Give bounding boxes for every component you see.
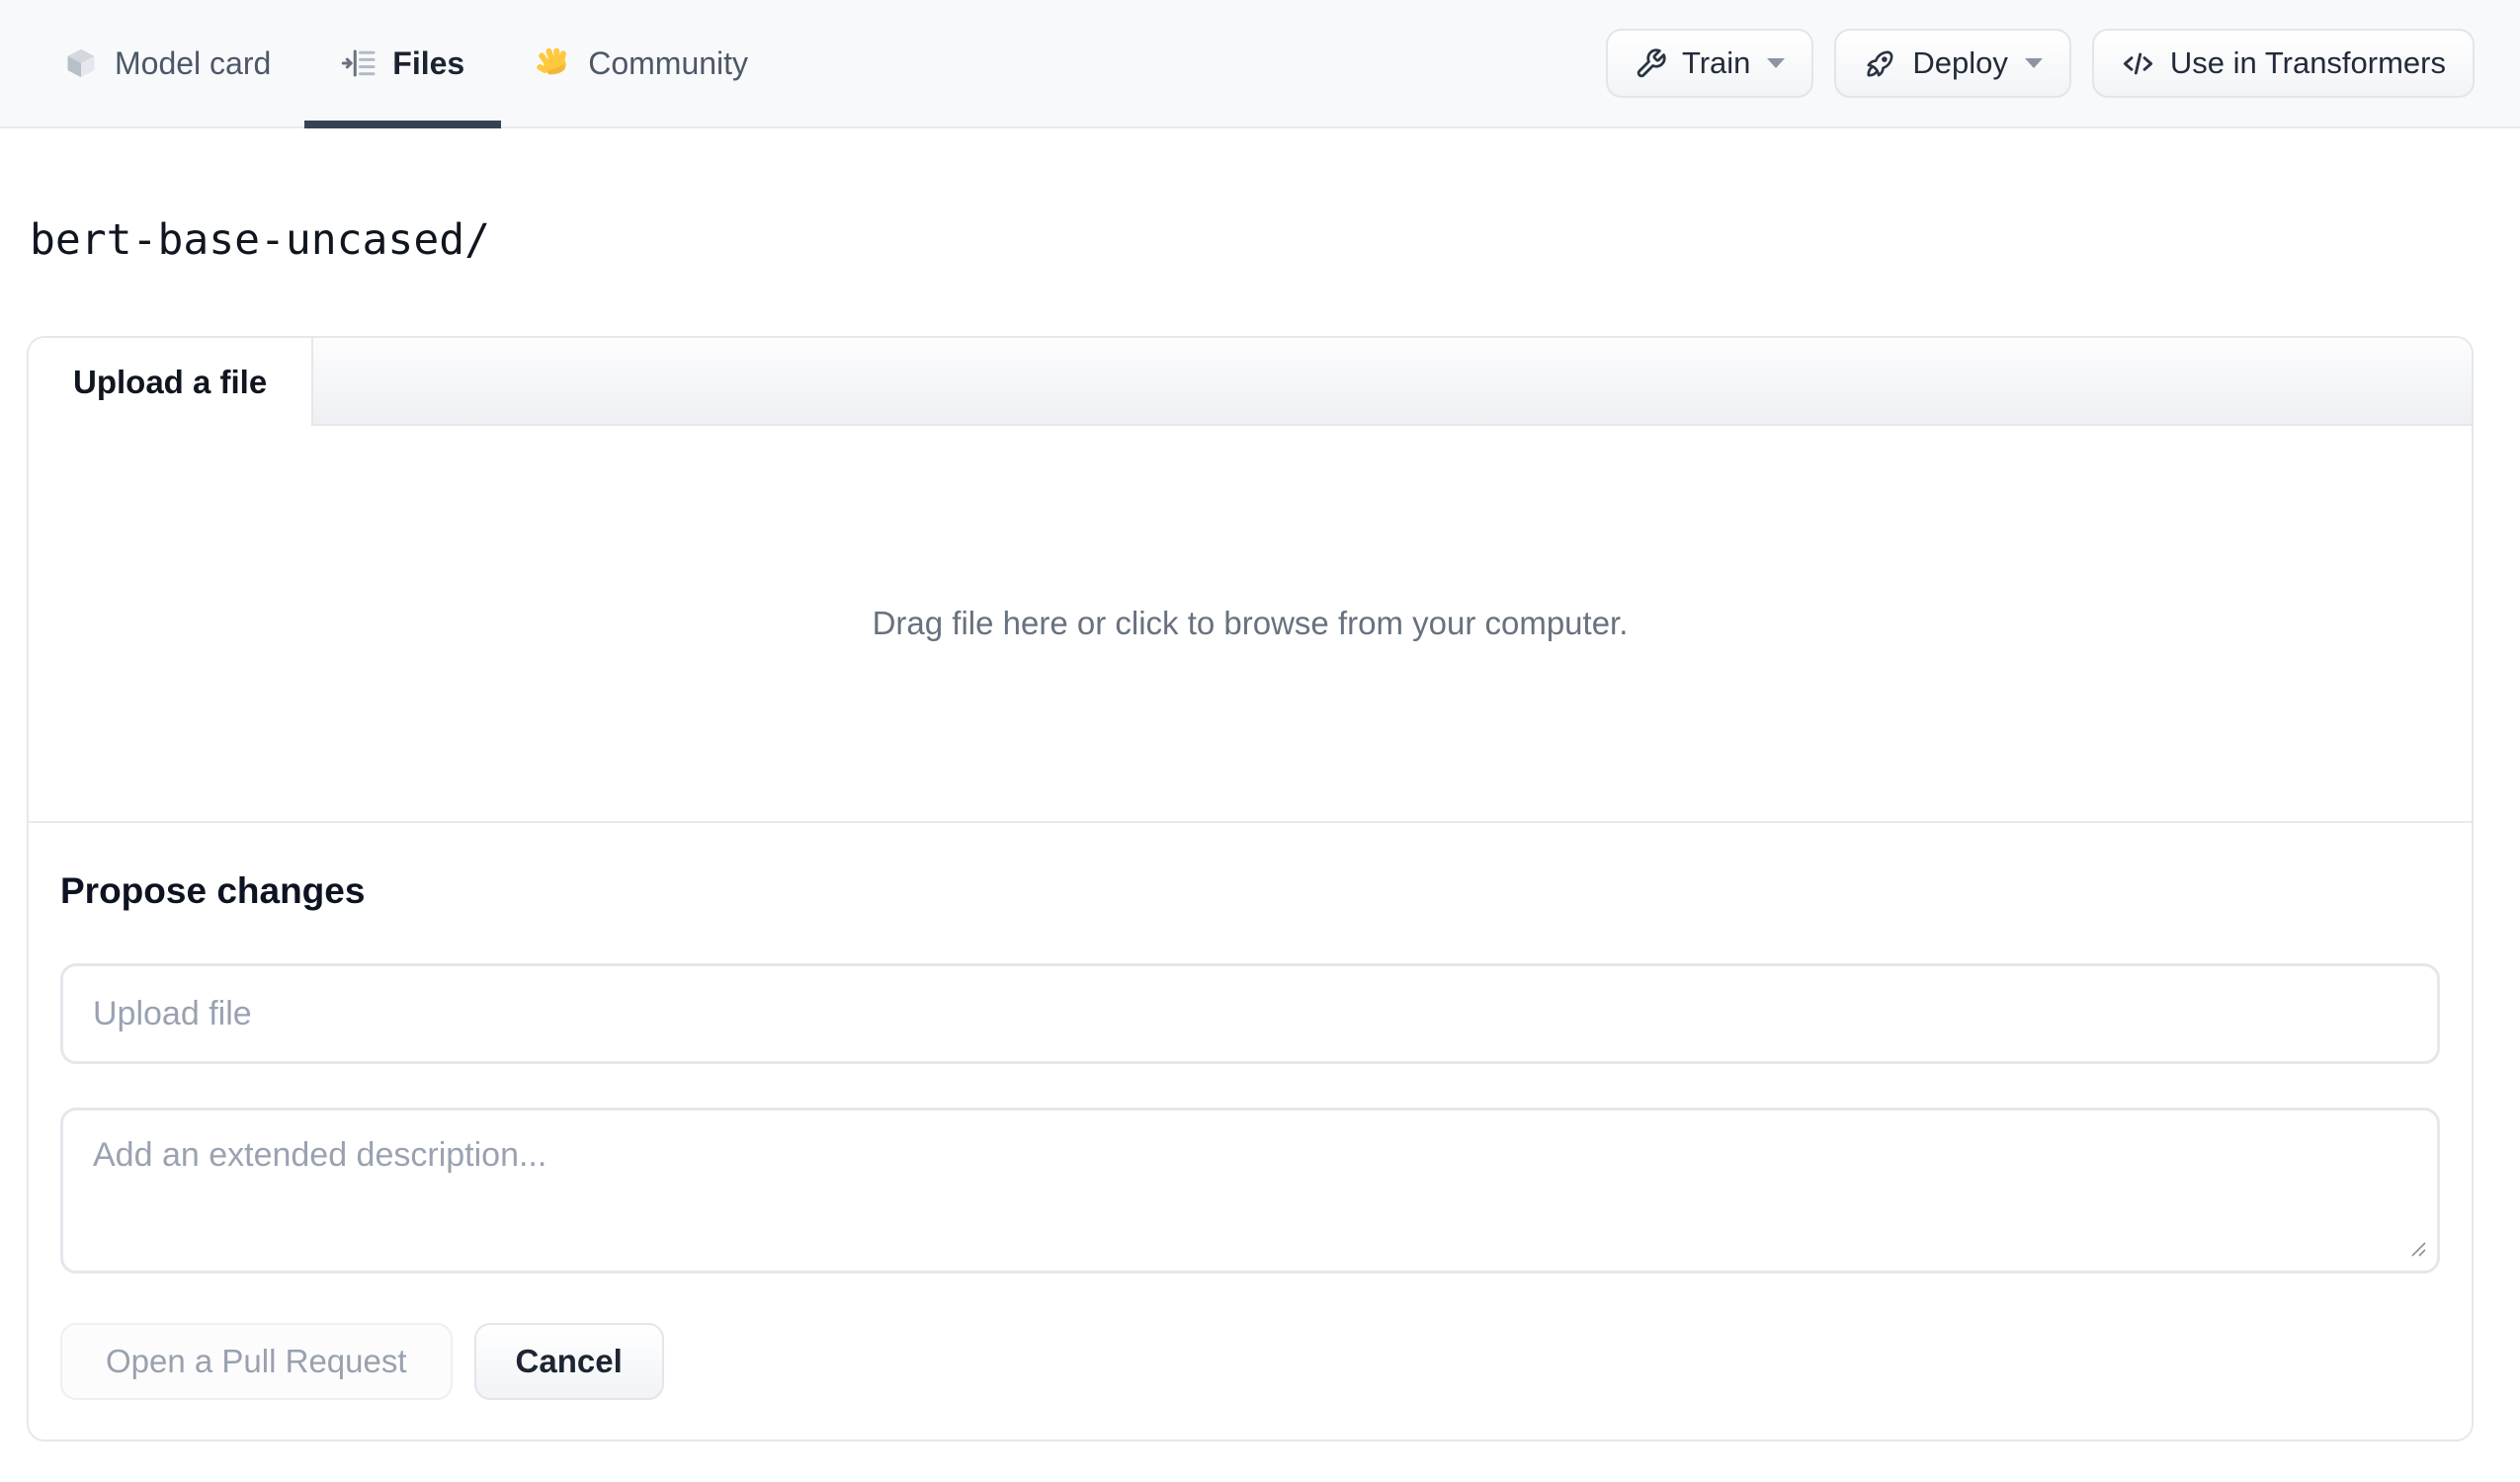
train-button[interactable]: Train [1605,29,1814,98]
description-field-wrapper [60,1108,2440,1274]
commit-title-input[interactable] [60,963,2440,1064]
propose-actions-row: Open a Pull Request Cancel [60,1323,2440,1400]
use-in-transformers-button[interactable]: Use in Transformers [2091,29,2475,98]
open-pull-request-button[interactable]: Open a Pull Request [60,1323,453,1400]
chevron-down-icon [1767,58,1786,68]
repo-navbar: Model card Files Community Train Deploy … [0,0,2520,128]
active-tab-underline [304,121,502,128]
waving-hand-icon [535,44,572,82]
train-button-label: Train [1681,45,1751,80]
tab-model-card[interactable]: Model card [63,0,271,126]
use-in-transformers-label: Use in Transformers [2169,45,2446,80]
propose-changes-heading: Propose changes [60,870,366,911]
code-icon [2121,46,2155,81]
repo-action-buttons: Train Deploy Use in Transformers [1605,29,2475,98]
tab-files[interactable]: Files [304,0,502,128]
versions-icon [341,45,377,81]
dropzone-text: Drag file here or click to browse from y… [872,605,1629,641]
chevron-down-icon [2024,58,2043,68]
propose-changes-section: Propose changes Open a Pull Request Canc… [29,821,2472,1440]
tab-model-card-label: Model card [115,44,272,81]
tab-community-label: Community [588,44,749,81]
wrench-icon [1635,47,1667,80]
breadcrumb[interactable]: bert-base-uncased/ [30,215,2520,265]
deploy-button-label: Deploy [1912,45,2008,80]
tab-community[interactable]: Community [535,0,748,126]
breadcrumb-path: bert-base-uncased/ [30,215,490,265]
cancel-button[interactable]: Cancel [473,1323,664,1400]
tab-upload-a-file-label: Upload a file [73,363,268,400]
cube-icon [63,45,99,81]
upload-card-tabstrip: Upload a file [29,338,2472,426]
file-dropzone[interactable]: Drag file here or click to browse from y… [29,426,2472,821]
deploy-button[interactable]: Deploy [1834,29,2071,98]
extended-description-textarea[interactable] [60,1108,2440,1274]
tab-upload-a-file[interactable]: Upload a file [29,338,314,426]
resize-handle-icon[interactable] [2404,1235,2428,1264]
tab-files-label: Files [392,44,465,81]
upload-card: Upload a file Drag file here or click to… [27,336,2474,1441]
rocket-icon [1863,46,1897,81]
